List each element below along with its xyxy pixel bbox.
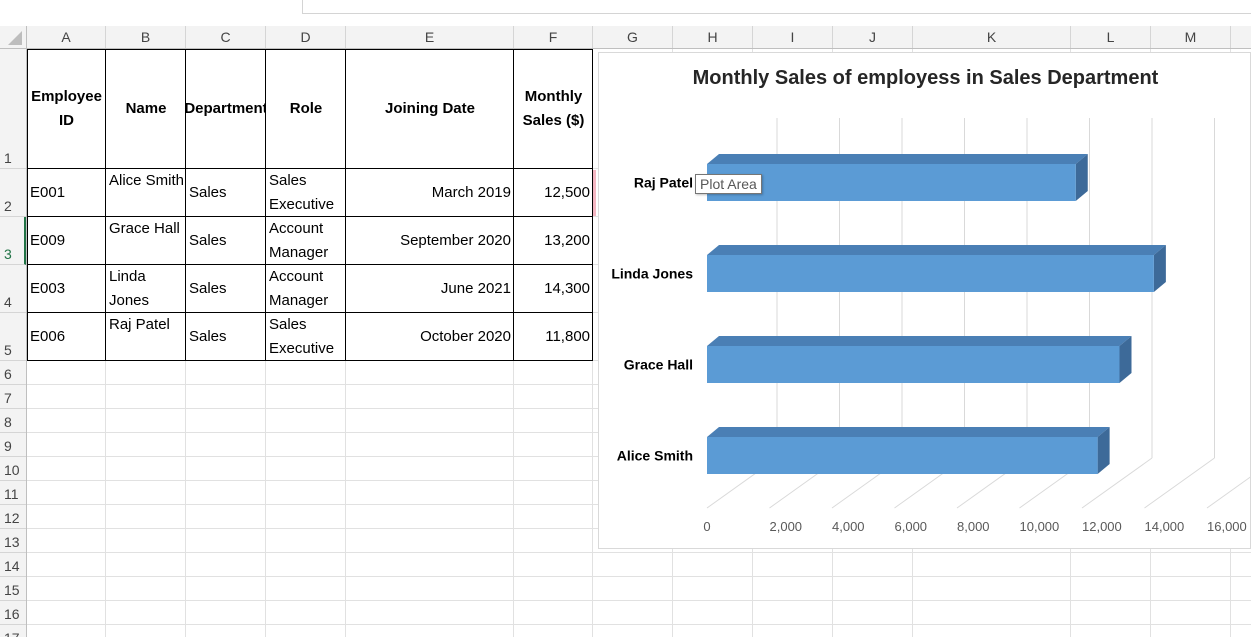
x-tick-label-0: 0	[703, 519, 710, 534]
cell-joining-date-row-3[interactable]: September 2020	[346, 217, 514, 265]
excel-window: ABCDEFGHIJKLM 1234567891011121314151617 …	[0, 0, 1251, 637]
row-header-10[interactable]: 10	[0, 457, 26, 481]
cell-department-row-3[interactable]: Sales	[186, 217, 266, 265]
cell-name-row-2[interactable]: Alice Smith	[106, 169, 186, 217]
x-tick-label-4: 8,000	[957, 519, 990, 534]
column-header-b[interactable]: B	[106, 26, 186, 48]
grid-hline	[27, 576, 1251, 577]
column-header-row: ABCDEFGHIJKLM	[0, 26, 1251, 49]
cell-name-row-4[interactable]: Linda Jones	[106, 265, 186, 313]
cell-joining-date-row-5[interactable]: October 2020	[346, 313, 514, 361]
category-label-2: Linda Jones	[611, 266, 693, 282]
row-header-17[interactable]: 17	[0, 625, 26, 637]
cell-name-row-5[interactable]: Raj Patel	[106, 313, 186, 361]
row-header-5[interactable]: 5	[0, 313, 26, 361]
row-header-6[interactable]: 6	[0, 361, 26, 385]
bar-2	[707, 255, 1154, 292]
cell-employee-id-row-5[interactable]: E006	[27, 313, 106, 361]
cell-department-row-4[interactable]: Sales	[186, 265, 266, 313]
cell-monthly-sales-row-5[interactable]: 11,800	[514, 313, 593, 361]
x-tick-label-8: 16,000	[1207, 519, 1247, 534]
cell-role-row-5[interactable]: Sales Executive	[266, 313, 346, 361]
grid-hline	[27, 624, 1251, 625]
row-header-2[interactable]: 2	[0, 169, 26, 217]
row-header-9[interactable]: 9	[0, 433, 26, 457]
cell-monthly-sales-row-2[interactable]: 12,500	[514, 169, 593, 217]
x-tick-label-6: 12,000	[1082, 519, 1122, 534]
category-label-3: Raj Patel	[634, 175, 693, 191]
cell-employee-id-row-4[interactable]: E003	[27, 265, 106, 313]
column-header-h[interactable]: H	[673, 26, 753, 48]
bar-top-0	[707, 427, 1110, 437]
cell-name-row-3[interactable]: Grace Hall	[106, 217, 186, 265]
column-header-a[interactable]: A	[27, 26, 106, 48]
column-header-g[interactable]: G	[593, 26, 673, 48]
column-header-l[interactable]: L	[1071, 26, 1151, 48]
header-role[interactable]: Role	[266, 49, 346, 169]
bar-top-2	[707, 245, 1166, 255]
column-header-k[interactable]: K	[913, 26, 1071, 48]
row-header-14[interactable]: 14	[0, 553, 26, 577]
bar-0	[707, 437, 1098, 474]
row-header-1[interactable]: 1	[0, 49, 26, 169]
column-header-f[interactable]: F	[514, 26, 593, 48]
header-employee-id[interactable]: Employee ID	[27, 49, 106, 169]
column-header-c[interactable]: C	[186, 26, 266, 48]
x-tick-label-3: 6,000	[895, 519, 928, 534]
x-tick-label-5: 10,000	[1020, 519, 1060, 534]
row-header-15[interactable]: 15	[0, 577, 26, 601]
bar-chart[interactable]: Monthly Sales of employess in Sales Depa…	[598, 52, 1251, 549]
bar-top-3	[707, 154, 1088, 164]
row-header-16[interactable]: 16	[0, 601, 26, 625]
formula-bar-area	[0, 0, 1251, 26]
cell-role-row-3[interactable]: Account Manager	[266, 217, 346, 265]
bar-3	[707, 164, 1076, 201]
row-header-8[interactable]: 8	[0, 409, 26, 433]
row-header-13[interactable]: 13	[0, 529, 26, 553]
header-joining-date[interactable]: Joining Date	[346, 49, 514, 169]
row-header-11[interactable]: 11	[0, 481, 26, 505]
cell-role-row-4[interactable]: Account Manager	[266, 265, 346, 313]
bar-1	[707, 346, 1120, 383]
column-header-i[interactable]: I	[753, 26, 833, 48]
header-department[interactable]: Department	[186, 49, 266, 169]
cell-role-row-2[interactable]: Sales Executive	[266, 169, 346, 217]
bar-top-1	[707, 336, 1132, 346]
row-header-column: 1234567891011121314151617	[0, 49, 27, 637]
column-header-j[interactable]: J	[833, 26, 913, 48]
cell-employee-id-row-3[interactable]: E009	[27, 217, 106, 265]
x-tick-label-1: 2,000	[770, 519, 803, 534]
x-tick-label-7: 14,000	[1145, 519, 1185, 534]
column-header-d[interactable]: D	[266, 26, 346, 48]
column-header-e[interactable]: E	[346, 26, 514, 48]
gridline-floor-7	[1144, 457, 1215, 509]
row-header-4[interactable]: 4	[0, 265, 26, 313]
select-all-button[interactable]	[0, 26, 27, 48]
cell-employee-id-row-2[interactable]: E001	[27, 169, 106, 217]
column-header-m[interactable]: M	[1151, 26, 1231, 48]
row-header-3[interactable]: 3	[0, 217, 26, 265]
grid-hline	[27, 600, 1251, 601]
cell-selection-edge	[593, 170, 596, 216]
category-label-1: Grace Hall	[624, 357, 693, 373]
formula-input[interactable]	[302, 0, 1251, 14]
cell-department-row-2[interactable]: Sales	[186, 169, 266, 217]
header-monthly-sales[interactable]: Monthly Sales ($)	[514, 49, 593, 169]
plot-area-tooltip: Plot Area	[695, 174, 762, 194]
header-name[interactable]: Name	[106, 49, 186, 169]
category-label-0: Alice Smith	[617, 448, 693, 464]
select-all-triangle-icon	[8, 31, 22, 45]
chart-plot-svg[interactable]: 0 2,000 4,000 6,000 8,000 10,000 12,000 14,000 1…	[599, 53, 1251, 550]
cell-joining-date-row-2[interactable]: March 2019	[346, 169, 514, 217]
gridline-floor-8	[1206, 475, 1251, 509]
cell-department-row-5[interactable]: Sales	[186, 313, 266, 361]
cell-joining-date-row-4[interactable]: June 2021	[346, 265, 514, 313]
row-header-7[interactable]: 7	[0, 385, 26, 409]
x-tick-label-2: 4,000	[832, 519, 865, 534]
cell-monthly-sales-row-3[interactable]: 13,200	[514, 217, 593, 265]
row-header-12[interactable]: 12	[0, 505, 26, 529]
cell-monthly-sales-row-4[interactable]: 14,300	[514, 265, 593, 313]
grid-hline	[27, 552, 1251, 553]
